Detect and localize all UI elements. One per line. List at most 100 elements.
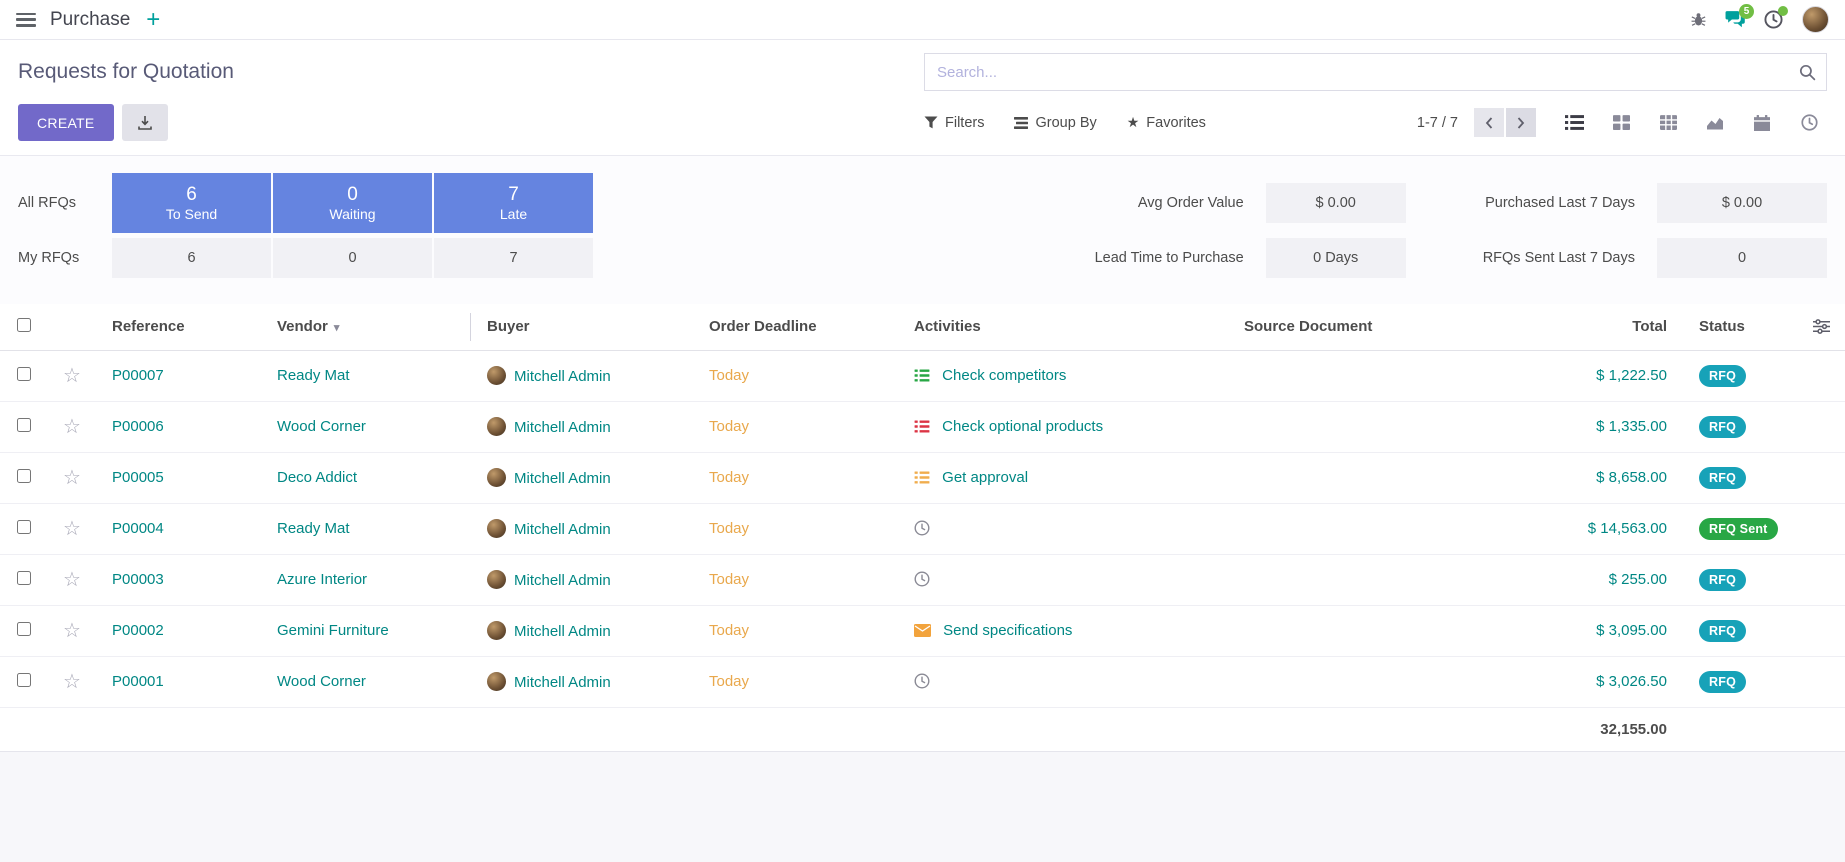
header-reference[interactable]: Reference — [96, 304, 261, 350]
buyer-link[interactable]: Mitchell Admin — [514, 470, 611, 487]
vendor-link[interactable]: Gemini Furniture — [277, 622, 389, 639]
reference-link[interactable]: P00007 — [112, 367, 164, 384]
header-total[interactable]: Total — [1513, 304, 1683, 350]
search-icon[interactable] — [1799, 64, 1816, 81]
rfqs-sent-last-7-days-box[interactable]: 0 — [1657, 238, 1827, 278]
buyer-link[interactable]: Mitchell Admin — [514, 521, 611, 538]
activity-view-icon[interactable] — [1791, 108, 1827, 138]
activity-label[interactable]: Check competitors — [942, 367, 1066, 384]
lead-time-label: Lead Time to Purchase — [1095, 250, 1244, 266]
activity-checklist-icon[interactable] — [914, 369, 930, 382]
vendor-link[interactable]: Azure Interior — [277, 571, 367, 588]
calendar-view-icon[interactable] — [1744, 108, 1780, 138]
table-row[interactable]: ☆ P00007 Ready Mat Mitchell Admin Today … — [0, 350, 1845, 401]
table-row[interactable]: ☆ P00006 Wood Corner Mitchell Admin Toda… — [0, 401, 1845, 452]
activities-icon[interactable] — [1764, 10, 1783, 29]
header-buyer[interactable]: Buyer — [471, 304, 693, 350]
activity-clock-icon[interactable] — [914, 520, 930, 536]
activity-checklist-icon[interactable] — [914, 420, 930, 433]
activity-checklist-icon[interactable] — [914, 471, 930, 484]
activity-clock-icon[interactable] — [914, 673, 930, 689]
activity-clock-icon[interactable] — [914, 571, 930, 587]
favorite-star-icon[interactable]: ☆ — [63, 569, 81, 591]
buyer-link[interactable]: Mitchell Admin — [514, 674, 611, 691]
lead-time-box[interactable]: 0 Days — [1266, 238, 1406, 278]
row-checkbox[interactable] — [17, 469, 31, 483]
activity-label[interactable]: Send specifications — [943, 622, 1072, 639]
all-rfqs-label[interactable]: All RFQs — [18, 195, 110, 211]
table-row[interactable]: ☆ P00004 Ready Mat Mitchell Admin Today … — [0, 503, 1845, 554]
buyer-link[interactable]: Mitchell Admin — [514, 419, 611, 436]
my-late-tile[interactable]: 7 — [434, 238, 593, 278]
tile-late[interactable]: 7 Late — [434, 173, 593, 233]
avg-order-value-box[interactable]: $ 0.00 — [1266, 183, 1406, 223]
purchased-last-7-days-box[interactable]: $ 0.00 — [1657, 183, 1827, 223]
list-view-icon[interactable] — [1556, 108, 1592, 138]
optional-columns-icon[interactable] — [1798, 312, 1845, 342]
header-order-deadline[interactable]: Order Deadline — [693, 304, 898, 350]
favorite-star-icon[interactable]: ☆ — [63, 620, 81, 642]
favorite-star-icon[interactable]: ☆ — [63, 671, 81, 693]
favorites-button[interactable]: ★ Favorites — [1127, 114, 1206, 131]
reference-link[interactable]: P00001 — [112, 673, 164, 690]
vendor-link[interactable]: Wood Corner — [277, 673, 366, 690]
activity-label[interactable]: Check optional products — [942, 418, 1103, 435]
table-row[interactable]: ☆ P00002 Gemini Furniture Mitchell Admin… — [0, 605, 1845, 656]
my-to-send-tile[interactable]: 6 — [112, 238, 271, 278]
row-checkbox[interactable] — [17, 418, 31, 432]
search-box[interactable] — [924, 53, 1827, 91]
user-avatar[interactable] — [1802, 6, 1829, 33]
my-waiting-tile[interactable]: 0 — [273, 238, 432, 278]
vendor-link[interactable]: Ready Mat — [277, 520, 350, 537]
graph-view-icon[interactable] — [1697, 108, 1733, 138]
vendor-link[interactable]: Ready Mat — [277, 367, 350, 384]
group-by-button[interactable]: Group By — [1014, 115, 1096, 131]
table-row[interactable]: ☆ P00001 Wood Corner Mitchell Admin Toda… — [0, 656, 1845, 707]
reference-link[interactable]: P00005 — [112, 469, 164, 486]
status-badge: RFQ — [1699, 365, 1746, 387]
row-checkbox[interactable] — [17, 520, 31, 534]
tile-to-send[interactable]: 6 To Send — [112, 173, 271, 233]
export-download-button[interactable] — [122, 104, 168, 141]
tile-waiting[interactable]: 0 Waiting — [273, 173, 432, 233]
messages-icon[interactable]: 5 — [1725, 11, 1745, 28]
select-all-checkbox[interactable] — [17, 318, 31, 332]
row-checkbox[interactable] — [17, 367, 31, 381]
activity-label[interactable]: Get approval — [942, 469, 1028, 486]
row-checkbox[interactable] — [17, 571, 31, 585]
header-status[interactable]: Status — [1683, 304, 1798, 350]
pivot-view-icon[interactable] — [1650, 108, 1686, 138]
favorite-star-icon[interactable]: ☆ — [63, 365, 81, 387]
kanban-view-icon[interactable] — [1603, 108, 1639, 138]
row-checkbox[interactable] — [17, 622, 31, 636]
buyer-link[interactable]: Mitchell Admin — [514, 572, 611, 589]
row-checkbox[interactable] — [17, 673, 31, 687]
vendor-link[interactable]: Wood Corner — [277, 418, 366, 435]
header-source-document[interactable]: Source Document — [1228, 304, 1513, 350]
reference-link[interactable]: P00002 — [112, 622, 164, 639]
apps-menu-icon[interactable] — [16, 13, 36, 27]
my-rfqs-label[interactable]: My RFQs — [18, 250, 110, 266]
reference-link[interactable]: P00004 — [112, 520, 164, 537]
buyer-link[interactable]: Mitchell Admin — [514, 368, 611, 385]
app-name[interactable]: Purchase — [50, 9, 130, 31]
favorite-star-icon[interactable]: ☆ — [63, 416, 81, 438]
filters-button[interactable]: Filters — [924, 115, 984, 131]
debug-bug-icon[interactable] — [1691, 12, 1706, 27]
new-tab-icon[interactable]: + — [146, 8, 160, 32]
header-activities[interactable]: Activities — [898, 304, 1228, 350]
search-input[interactable] — [937, 64, 1799, 81]
table-row[interactable]: ☆ P00003 Azure Interior Mitchell Admin T… — [0, 554, 1845, 605]
favorite-star-icon[interactable]: ☆ — [63, 518, 81, 540]
header-vendor[interactable]: Vendor▾ — [261, 304, 471, 350]
create-button[interactable]: CREATE — [18, 104, 114, 141]
reference-link[interactable]: P00006 — [112, 418, 164, 435]
favorite-star-icon[interactable]: ☆ — [63, 467, 81, 489]
reference-link[interactable]: P00003 — [112, 571, 164, 588]
activity-mail-icon[interactable] — [914, 624, 931, 637]
pager-next-button[interactable] — [1506, 108, 1536, 137]
pager-previous-button[interactable] — [1474, 108, 1504, 137]
table-row[interactable]: ☆ P00005 Deco Addict Mitchell Admin Toda… — [0, 452, 1845, 503]
vendor-link[interactable]: Deco Addict — [277, 469, 357, 486]
buyer-link[interactable]: Mitchell Admin — [514, 623, 611, 640]
